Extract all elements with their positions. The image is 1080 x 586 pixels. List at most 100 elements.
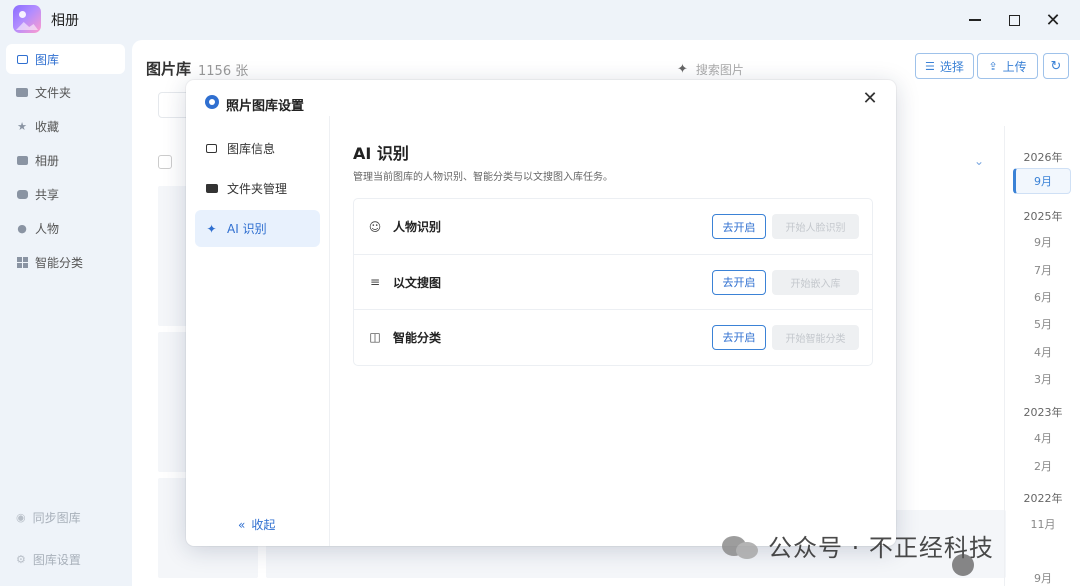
gallery-settings-button[interactable]: ⚙ 图库设置 [6, 545, 125, 573]
enable-text-search-button[interactable]: 去开启 [712, 269, 766, 295]
sidebar-item-label: 人物 [35, 221, 60, 236]
sidebar-item-label: 图库 [35, 52, 60, 67]
album-icon [16, 154, 28, 166]
sparkle-icon: ✦ [206, 221, 217, 236]
timeline-month-active[interactable]: 9月 [1013, 168, 1071, 194]
sidebar-item-label: 智能分类 [35, 255, 84, 270]
refresh-button[interactable]: ↻ [1043, 53, 1069, 79]
layout-icon: ◫ [369, 330, 381, 344]
gallery-settings-dialog: 照片图库设置 ✕ 图库信息 文件夹管理 ✦ AI 识别 « 收起 AI 识别 管… [186, 80, 896, 546]
sidebar-item-albums[interactable]: 相册 [6, 145, 125, 175]
dialog-close-button[interactable]: ✕ [860, 87, 880, 109]
timeline-month[interactable]: 2月 [1005, 458, 1080, 474]
sidebar-item-label: 收藏 [35, 119, 60, 134]
nav-item-label: 图库信息 [227, 142, 276, 156]
nav-item-label: 文件夹管理 [227, 182, 288, 196]
sync-icon: ◉ [16, 510, 26, 524]
sidebar-item-favorites[interactable]: ★ 收藏 [6, 111, 125, 141]
close-icon: ✕ [1045, 9, 1061, 31]
folder-icon [16, 86, 28, 98]
corner-logo-icon [952, 554, 974, 576]
collapse-label: 收起 [251, 518, 276, 532]
gallery-settings-label: 图库设置 [32, 552, 81, 567]
settings-icon: ⚙ [16, 552, 26, 566]
upload-label: 上传 [1002, 59, 1027, 74]
timeline-year[interactable]: 2026年 [1005, 149, 1080, 165]
sidebar-item-smart-category[interactable]: 智能分类 [6, 247, 125, 277]
sync-gallery-button[interactable]: ◉ 同步图库 [6, 503, 125, 531]
timeline-year[interactable]: 2022年 [1005, 490, 1080, 506]
upload-icon: ⇪ [988, 59, 998, 73]
refresh-icon: ↻ [1050, 58, 1062, 74]
sidebar: 图库 文件夹 ★ 收藏 相册 共享 ● 人物 智能分类 ◉ 同步图库 ⚙ 图库设… [0, 40, 132, 586]
nav-item-ai-recognition[interactable]: ✦ AI 识别 [195, 210, 320, 247]
dialog-header: 照片图库设置 ✕ [186, 80, 896, 116]
timeline-month[interactable]: 9月 [1005, 234, 1080, 250]
settings-gear-icon [205, 95, 219, 109]
timeline-year[interactable]: 2025年 [1005, 208, 1080, 224]
sidebar-item-label: 文件夹 [35, 85, 72, 100]
feature-label: 智能分类 [393, 330, 442, 345]
collapse-button[interactable]: « 收起 [238, 516, 275, 533]
feature-label: 人物识别 [393, 220, 442, 234]
title-bar: 相册 ✕ [0, 0, 1080, 40]
image-icon [16, 53, 28, 65]
photo-count: 1156 张 [198, 64, 249, 79]
sidebar-item-label: 共享 [35, 187, 60, 202]
start-face-recognition-button[interactable]: 开始人脸识别 [772, 214, 859, 239]
start-embedding-button[interactable]: 开始嵌入库 [772, 269, 859, 295]
share-icon [16, 188, 28, 200]
text-search-icon: ≡ [369, 275, 381, 289]
people-icon: ● [17, 221, 27, 235]
grid-icon [16, 256, 28, 268]
timeline-month[interactable]: 4月 [1005, 430, 1080, 446]
feature-row-face-recognition: ☺ 人物识别 去开启 开始人脸识别 [354, 199, 872, 254]
timeline-month[interactable]: 7月 [1005, 262, 1080, 278]
maximize-button[interactable] [1002, 8, 1026, 32]
timeline-month[interactable]: 5月 [1005, 316, 1080, 332]
search-input[interactable]: ✦ 搜索图片 [677, 58, 907, 80]
nav-item-folder-management[interactable]: 文件夹管理 [195, 170, 320, 207]
select-all-checkbox[interactable] [158, 155, 172, 169]
timeline-year[interactable]: 2023年 [1005, 404, 1080, 420]
star-icon: ★ [17, 119, 27, 133]
sidebar-item-people[interactable]: ● 人物 [6, 213, 125, 243]
sparkle-search-icon: ✦ [677, 61, 688, 77]
face-icon: ☺ [368, 219, 382, 234]
enable-face-recognition-button[interactable]: 去开启 [712, 214, 766, 239]
enable-smart-category-button[interactable]: 去开启 [712, 324, 766, 350]
nav-item-gallery-info[interactable]: 图库信息 [195, 130, 320, 167]
timeline-month[interactable]: 6月 [1005, 289, 1080, 305]
sidebar-item-folders[interactable]: 文件夹 [6, 77, 125, 107]
select-button[interactable]: ☰ 选择 [915, 53, 974, 79]
close-icon: ✕ [862, 87, 878, 109]
select-label: 选择 [939, 59, 964, 74]
ai-feature-list: ☺ 人物识别 去开启 开始人脸识别 ≡ 以文搜图 去开启 开始嵌入库 ◫ 智能分… [353, 198, 873, 366]
sidebar-item-share[interactable]: 共享 [6, 179, 125, 209]
nav-item-label: AI 识别 [227, 222, 267, 236]
timeline-month[interactable]: 11月 [1005, 516, 1080, 532]
timeline-month[interactable]: 4月 [1005, 344, 1080, 360]
chevron-down-icon[interactable]: ⌄ [974, 154, 984, 168]
start-smart-category-button[interactable]: 开始智能分类 [772, 324, 859, 350]
dialog-nav: 图库信息 文件夹管理 ✦ AI 识别 [186, 116, 330, 546]
app-title: 相册 [51, 13, 79, 29]
panel-title: AI 识别 [353, 144, 409, 163]
timeline-rail: 2026年 9月 2025年 9月 7月 6月 5月 4月 3月 2023年 4… [1004, 126, 1080, 586]
minimize-button[interactable] [963, 8, 987, 32]
search-placeholder: 搜索图片 [695, 62, 744, 77]
wechat-icon [722, 533, 760, 559]
list-icon: ☰ [925, 59, 935, 73]
upload-button[interactable]: ⇪ 上传 [977, 53, 1038, 79]
page-title: 图片库 [146, 60, 192, 78]
sidebar-item-gallery[interactable]: 图库 [6, 44, 125, 74]
timeline-month[interactable]: 3月 [1005, 371, 1080, 387]
folder-icon [205, 184, 218, 193]
sidebar-item-label: 相册 [35, 153, 60, 168]
minimize-icon [969, 19, 981, 21]
dialog-title: 照片图库设置 [226, 99, 305, 114]
timeline-month[interactable]: 9月 [1005, 570, 1080, 586]
close-window-button[interactable]: ✕ [1041, 8, 1065, 32]
feature-row-text-search: ≡ 以文搜图 去开启 开始嵌入库 [354, 254, 872, 309]
panel-description: 管理当前图库的人物识别、智能分类与以文搜图入库任务。 [353, 172, 613, 183]
